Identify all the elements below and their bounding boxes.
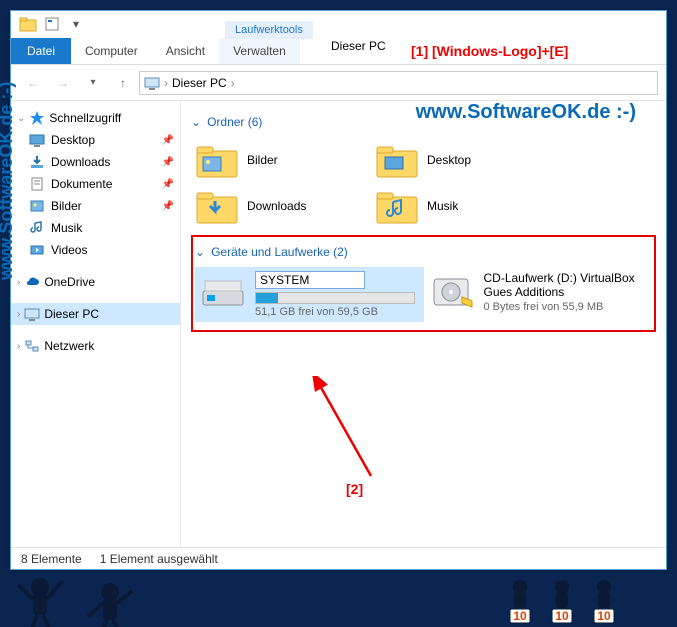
nav-documents[interactable]: Dokumente📌 — [11, 173, 180, 195]
folder-icon — [195, 187, 239, 225]
drive-free-text: 51,1 GB frei von 59,5 GB — [255, 306, 415, 318]
music-icon — [29, 220, 45, 236]
network-group[interactable]: ›Netzwerk — [11, 335, 180, 357]
capacity-bar — [255, 292, 415, 304]
chevron-right-icon: ⌄ — [17, 113, 25, 124]
window-title: Dieser PC — [331, 39, 386, 53]
drives-row: SYSTEM 51,1 GB frei von 59,5 GB CD-Laufw… — [195, 267, 652, 322]
tab-view[interactable]: Ansicht — [152, 38, 219, 64]
content-pane: ⌄ Ordner (6) Bilder Desktop Downloads — [181, 101, 666, 547]
up-button[interactable]: ↑ — [109, 69, 137, 97]
folders-grid: Bilder Desktop Downloads Musik — [191, 137, 656, 229]
nav-desktop[interactable]: Desktop📌 — [11, 129, 180, 151]
documents-icon — [29, 176, 45, 192]
file-tab[interactable]: Datei — [11, 38, 71, 64]
annotation-1: [1] [Windows-Logo]+[E] — [411, 43, 568, 59]
folder-pictures[interactable]: Bilder — [191, 137, 371, 183]
status-bar: 8 Elemente 1 Element ausgewählt — [11, 547, 666, 569]
drive-info: CD-Laufwerk (D:) VirtualBox Gues Additio… — [484, 271, 649, 313]
disc-drive-icon — [428, 271, 476, 311]
folder-music[interactable]: Musik — [371, 183, 551, 229]
quick-access-label: Schnellzugriff — [49, 111, 121, 125]
back-button[interactable]: ← — [19, 69, 47, 97]
breadcrumb-location[interactable]: Dieser PC — [172, 76, 227, 90]
pictures-icon — [29, 198, 45, 214]
folder-icon — [375, 187, 419, 225]
folder-downloads[interactable]: Downloads — [191, 183, 371, 229]
drives-highlight-box: ⌄ Geräte und Laufwerke (2) SYSTEM 51,1 G… — [191, 235, 656, 332]
breadcrumb-sep-icon: › — [231, 76, 235, 90]
drive-cd[interactable]: CD-Laufwerk (D:) VirtualBox Gues Additio… — [424, 267, 653, 322]
recent-locations-button[interactable]: ▾ — [79, 69, 107, 97]
drive-info: SYSTEM 51,1 GB frei von 59,5 GB — [255, 271, 415, 318]
folder-icon — [19, 15, 37, 33]
drive-name-edit[interactable]: SYSTEM — [255, 271, 365, 289]
context-tab-header: Laufwerktools — [225, 21, 313, 39]
decorative-figures: 10 10 10 — [0, 567, 677, 627]
folder-desktop[interactable]: Desktop — [371, 137, 551, 183]
item-count: 8 Elemente — [21, 552, 82, 566]
svg-text:10: 10 — [597, 609, 611, 623]
this-pc-group[interactable]: ›Dieser PC — [11, 303, 180, 325]
cloud-icon — [24, 274, 40, 290]
pin-icon: 📌 — [162, 201, 174, 212]
svg-text:10: 10 — [555, 609, 569, 623]
downloads-icon — [29, 154, 45, 170]
drive-system[interactable]: SYSTEM 51,1 GB frei von 59,5 GB — [195, 267, 424, 322]
this-pc-icon — [24, 306, 40, 322]
nav-pictures[interactable]: Bilder📌 — [11, 195, 180, 217]
annotation-arrow — [311, 376, 391, 486]
drive-name: CD-Laufwerk (D:) VirtualBox Gues Additio… — [484, 271, 649, 299]
pin-icon: 📌 — [162, 157, 174, 168]
this-pc-icon — [144, 75, 160, 91]
navigation-pane: ⌄ Schnellzugriff Desktop📌 Downloads📌 Dok… — [11, 101, 181, 547]
watermark: www.SoftwareOK.de :-) — [416, 101, 636, 124]
drive-free-text: 0 Bytes frei von 55,9 MB — [484, 301, 649, 313]
nav-downloads[interactable]: Downloads📌 — [11, 151, 180, 173]
network-icon — [24, 338, 40, 354]
chevron-down-icon[interactable]: ▾ — [67, 15, 85, 33]
address-bar-row: ← → ▾ ↑ › Dieser PC › — [11, 65, 666, 101]
breadcrumb-sep-icon: › — [164, 76, 168, 90]
onedrive-group[interactable]: ›OneDrive — [11, 271, 180, 293]
nav-videos[interactable]: Videos — [11, 239, 180, 261]
chevron-right-icon: › — [17, 309, 20, 320]
pin-icon: 📌 — [162, 179, 174, 190]
forward-button[interactable]: → — [49, 69, 77, 97]
explorer-window: ▾ Laufwerktools Dieser PC Datei Computer… — [10, 10, 667, 570]
nav-music[interactable]: Musik — [11, 217, 180, 239]
chevron-down-icon: ⌄ — [195, 245, 205, 259]
chevron-right-icon: › — [17, 277, 20, 288]
breadcrumb[interactable]: › Dieser PC › — [139, 71, 658, 95]
watermark-vertical: www.SoftwareOK.de :-) — [0, 82, 17, 280]
properties-icon[interactable] — [43, 15, 61, 33]
selection-count: 1 Element ausgewählt — [100, 552, 218, 566]
star-icon — [29, 110, 45, 126]
chevron-right-icon: › — [17, 341, 20, 352]
drives-section-header[interactable]: ⌄ Geräte und Laufwerke (2) — [195, 241, 652, 267]
desktop-icon — [29, 132, 45, 148]
tab-computer[interactable]: Computer — [71, 38, 152, 64]
tab-manage[interactable]: Verwalten — [219, 38, 300, 64]
folder-icon — [375, 141, 419, 179]
quick-access-toolbar: ▾ Laufwerktools Dieser PC — [11, 11, 666, 37]
quick-access-group[interactable]: ⌄ Schnellzugriff — [11, 107, 180, 129]
pin-icon: 📌 — [162, 135, 174, 146]
videos-icon — [29, 242, 45, 258]
folder-icon — [195, 141, 239, 179]
svg-text:10: 10 — [513, 609, 527, 623]
chevron-down-icon: ⌄ — [191, 115, 201, 129]
hard-drive-icon — [199, 271, 247, 311]
